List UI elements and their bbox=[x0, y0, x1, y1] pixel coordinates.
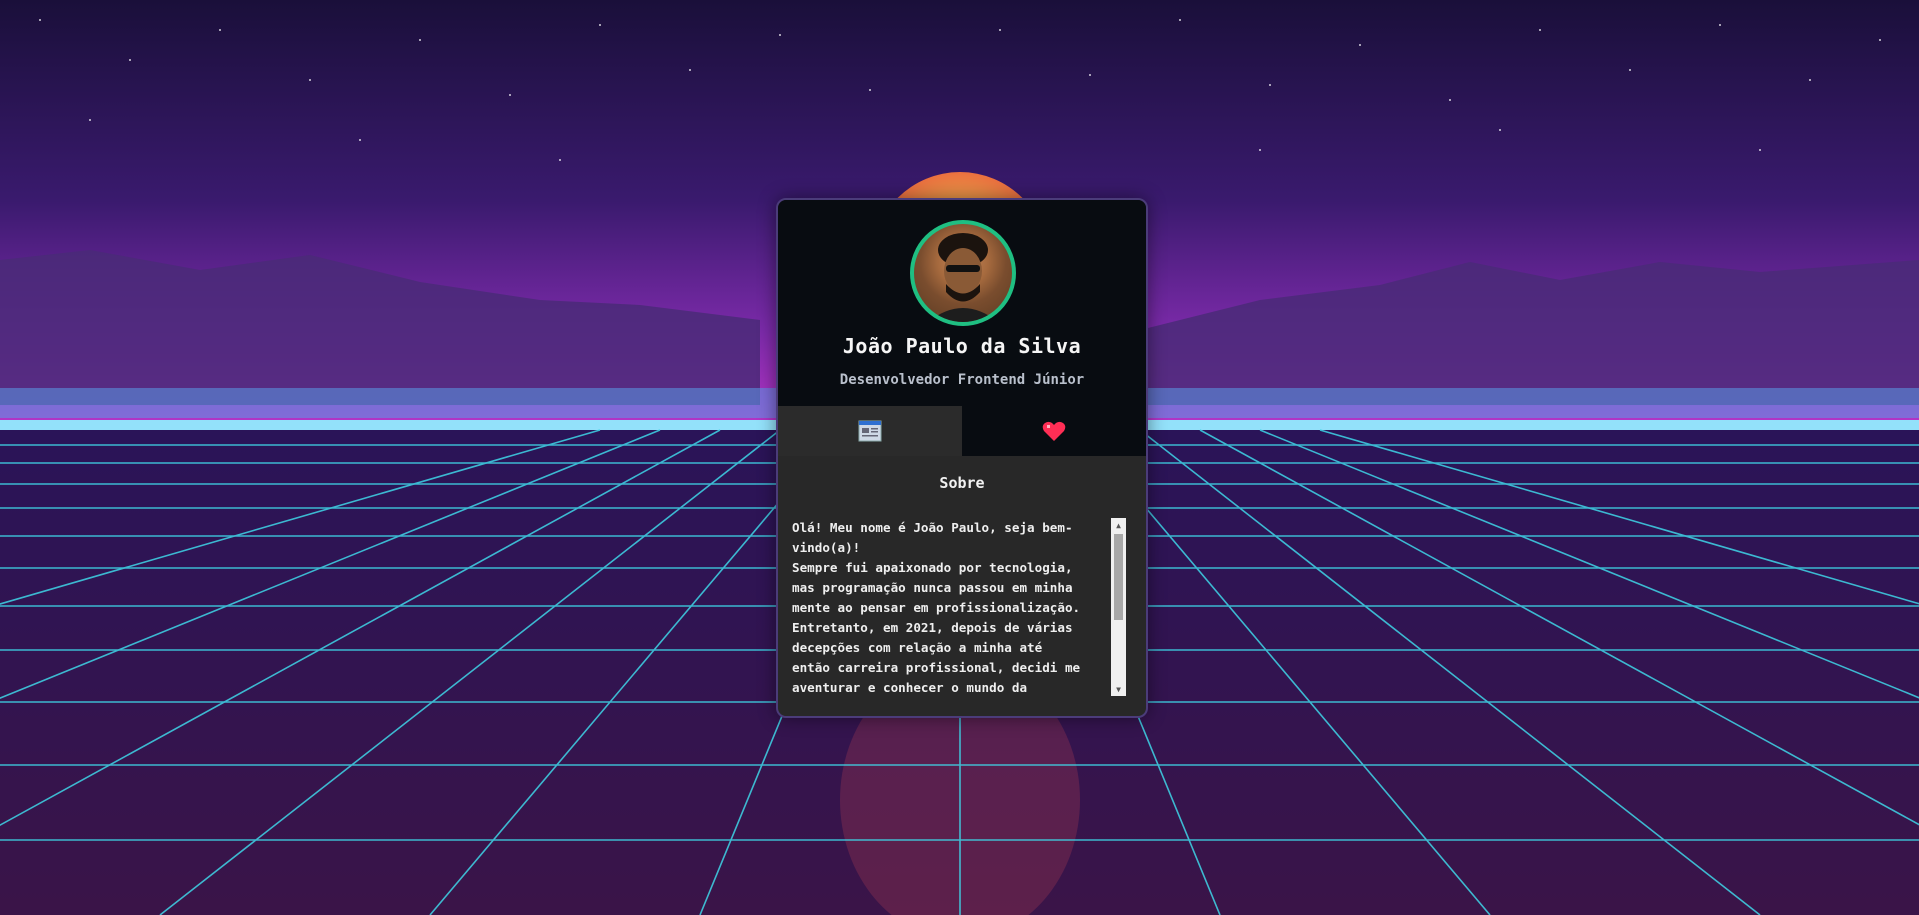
about-scrollbar[interactable]: ▲ ▼ bbox=[1111, 518, 1126, 696]
profile-card: João Paulo da Silva Desenvolvedor Fronte… bbox=[776, 198, 1148, 718]
tab-about[interactable] bbox=[778, 406, 962, 456]
profile-name: João Paulo da Silva bbox=[842, 334, 1082, 358]
heart-icon bbox=[1042, 421, 1066, 441]
profile-header: João Paulo da Silva Desenvolvedor Fronte… bbox=[778, 200, 1146, 406]
scroll-up-icon[interactable]: ▲ bbox=[1111, 518, 1126, 532]
profile-role: Desenvolvedor Frontend Júnior bbox=[839, 372, 1085, 388]
section-title: Sobre bbox=[939, 474, 985, 492]
about-text[interactable]: Olá! Meu nome é João Paulo, seja bem- vi… bbox=[792, 518, 1094, 694]
scroll-down-icon[interactable]: ▼ bbox=[1111, 682, 1126, 696]
avatar bbox=[910, 220, 1016, 326]
window-icon bbox=[858, 420, 882, 442]
tab-interests[interactable] bbox=[962, 406, 1146, 456]
tab-bar bbox=[778, 406, 1146, 456]
scroll-thumb[interactable] bbox=[1114, 534, 1123, 620]
person-avatar-icon bbox=[928, 233, 998, 322]
